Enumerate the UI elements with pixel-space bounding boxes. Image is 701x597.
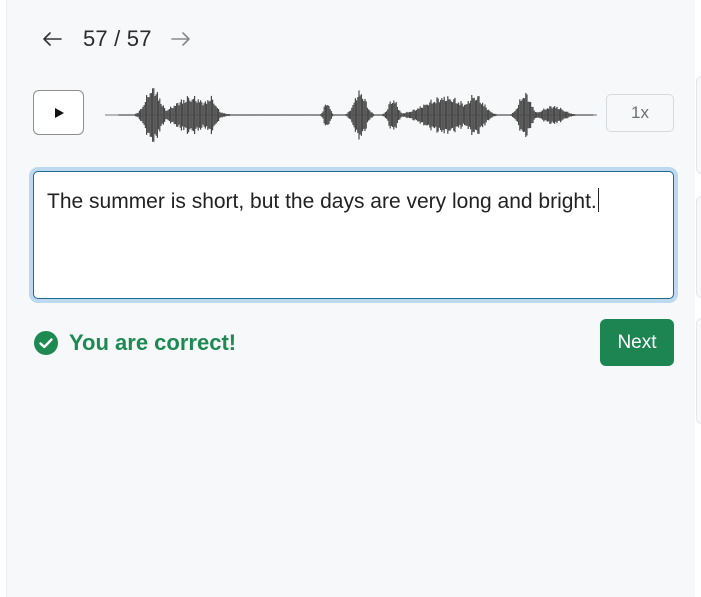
audio-waveform[interactable] <box>105 78 597 150</box>
arrow-right-icon[interactable] <box>166 24 196 54</box>
play-button[interactable] <box>33 90 84 135</box>
check-circle-icon <box>34 331 58 355</box>
playback-speed-button[interactable]: 1x <box>606 94 674 132</box>
side-card-middle <box>696 196 701 298</box>
item-navigation: 57 / 57 <box>37 24 196 54</box>
next-button[interactable]: Next <box>600 319 674 366</box>
arrow-left-icon[interactable] <box>37 24 67 54</box>
side-card-bottom <box>696 318 701 424</box>
audio-player: 1x <box>33 88 675 142</box>
feedback-message: You are correct! <box>33 330 236 356</box>
item-counter: 57 / 57 <box>83 26 152 51</box>
side-card-top <box>696 76 701 174</box>
answer-text: The summer is short, but the days are ve… <box>47 190 597 213</box>
exercise-panel: 57 / 57 1x The summer is short, but the … <box>6 0 695 597</box>
feedback-text: You are correct! <box>69 330 237 355</box>
answer-textbox[interactable]: The summer is short, but the days are ve… <box>33 171 674 299</box>
play-icon <box>54 107 64 118</box>
text-cursor <box>597 188 599 212</box>
